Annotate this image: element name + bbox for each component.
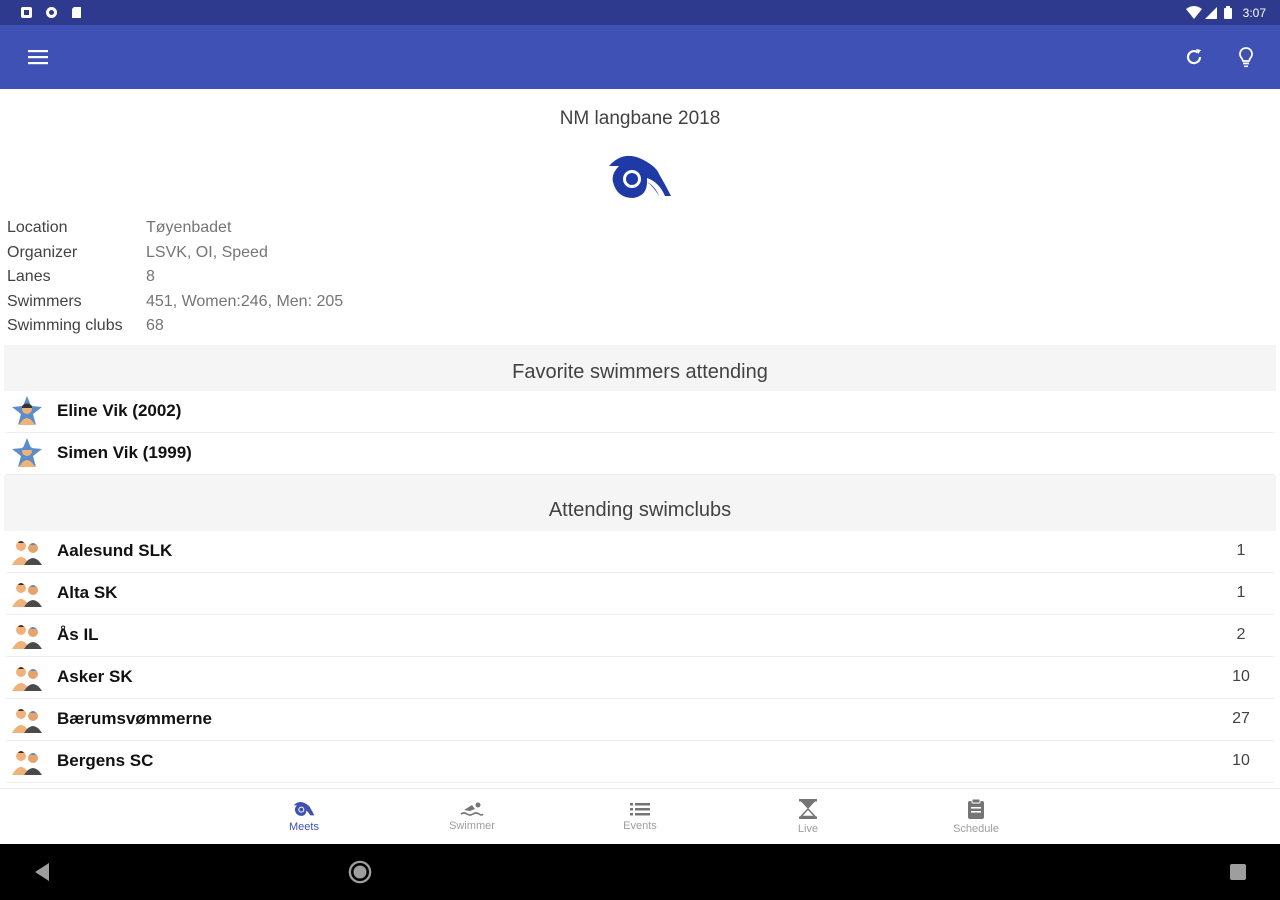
nav-meets[interactable]: Meets	[220, 789, 388, 844]
club-icon	[9, 533, 45, 569]
club-name: Bergens SC	[57, 751, 154, 770]
nav-label: Live	[797, 823, 819, 835]
status-bar: 3:07	[0, 0, 1280, 25]
club-item[interactable]: Bergens SC 10	[6, 740, 1274, 783]
club-item[interactable]: Asker SK 10	[6, 656, 1274, 699]
nav-label: Schedule	[953, 823, 999, 835]
clipboard-icon	[968, 798, 984, 819]
favorite-swimmer-name: Simen Vik (1999)	[57, 443, 192, 462]
club-icon	[9, 701, 45, 737]
favorite-swimmer-icon	[9, 393, 45, 429]
back-icon[interactable]	[30, 860, 54, 884]
club-swimmer-count: 10	[1232, 752, 1250, 769]
signal-icon	[1204, 6, 1218, 19]
club-name: Bærumsvømmerne	[57, 709, 212, 728]
favorite-swimmer-icon	[9, 435, 45, 471]
list-icon	[630, 803, 650, 816]
wifi-icon	[1185, 6, 1202, 19]
info-label: Lanes	[7, 268, 51, 286]
club-icon	[9, 743, 45, 779]
club-name: Alta SK	[57, 583, 118, 602]
hourglass-icon	[799, 799, 817, 819]
club-item[interactable]: Aalesund SLK 1	[6, 530, 1274, 573]
nav-live[interactable]: Live	[724, 789, 892, 844]
sd-card-icon	[70, 6, 83, 19]
info-value: LSVK, OI, Speed	[146, 243, 268, 261]
status-time: 3:07	[1242, 5, 1266, 20]
favorite-swimmer-name: Eline Vik (2002)	[57, 401, 182, 420]
favorite-swimmer-item[interactable]: Eline Vik (2002)	[6, 390, 1274, 433]
swimmer-icon	[460, 802, 484, 816]
club-item[interactable]: Ås IL 2	[6, 614, 1274, 657]
meet-detail: NM langbane 2018 Location Tøyenbadet Org…	[0, 89, 1280, 788]
club-swimmer-count: 1	[1236, 584, 1246, 601]
info-row-clubs: Swimming clubs 68	[7, 314, 1280, 339]
info-row-organizer: Organizer LSVK, OI, Speed	[7, 241, 1280, 266]
battery-icon	[1223, 6, 1237, 19]
club-icon	[9, 617, 45, 653]
section-gap	[4, 474, 1276, 489]
club-swimmer-count: 1	[1236, 542, 1246, 559]
info-label: Organizer	[7, 243, 78, 261]
info-row-swimmers: Swimmers 451, Women:246, Men: 205	[7, 290, 1280, 315]
info-value: 68	[146, 317, 164, 335]
favorites-header: Favorite swimmers attending	[4, 344, 1276, 391]
info-value: 451, Women:246, Men: 205	[146, 292, 344, 310]
club-item[interactable]: Bærumsvømmerne 27	[6, 698, 1274, 741]
meet-info-table: Location Tøyenbadet Organizer LSVK, OI, …	[0, 216, 1280, 339]
club-item[interactable]: Alta SK 1	[6, 572, 1274, 615]
clubs-list: Aalesund SLK 1 Alta SK 1 Ås IL 2 Asker S…	[6, 530, 1274, 783]
club-name: Asker SK	[57, 667, 133, 686]
refresh-icon[interactable]	[1182, 45, 1206, 69]
info-label: Location	[7, 219, 68, 237]
nav-label: Swimmer	[449, 820, 495, 832]
lightbulb-icon[interactable]	[1234, 45, 1258, 69]
favorite-swimmer-item[interactable]: Simen Vik (1999)	[6, 432, 1274, 475]
swim-logo-icon	[293, 801, 315, 816]
nav-label: Meets	[289, 821, 319, 833]
club-icon	[9, 659, 45, 695]
favorites-list: Eline Vik (2002) Simen Vik (1999)	[6, 390, 1274, 475]
info-label: Swimming clubs	[7, 317, 123, 335]
notification-icon	[20, 6, 33, 19]
club-swimmer-count: 2	[1236, 626, 1246, 643]
club-name: Ås IL	[57, 625, 99, 644]
app-bar	[0, 25, 1280, 89]
club-name: Aalesund SLK	[57, 541, 173, 560]
meet-title: NM langbane 2018	[559, 108, 721, 129]
home-icon[interactable]	[348, 860, 372, 884]
nav-swimmer[interactable]: Swimmer	[388, 789, 556, 844]
menu-icon[interactable]	[26, 45, 50, 69]
nav-schedule[interactable]: Schedule	[892, 789, 1060, 844]
swim-logo-icon	[609, 155, 671, 198]
system-navigation-bar	[0, 844, 1280, 900]
club-swimmer-count: 27	[1232, 710, 1250, 727]
info-value: 8	[146, 268, 155, 286]
sync-status-icon	[45, 6, 58, 19]
clubs-header: Attending swimclubs	[4, 488, 1276, 531]
bottom-navigation: Meets Swimmer Events Live Schedule	[0, 788, 1280, 844]
info-row-location: Location Tøyenbadet	[7, 216, 1280, 241]
info-row-lanes: Lanes 8	[7, 265, 1280, 290]
info-value: Tøyenbadet	[146, 219, 232, 237]
nav-label: Events	[623, 820, 657, 832]
club-swimmer-count: 10	[1232, 668, 1250, 685]
meet-logo	[0, 152, 1280, 204]
recents-icon[interactable]	[1226, 860, 1250, 884]
info-label: Swimmers	[7, 292, 82, 310]
club-icon	[9, 575, 45, 611]
nav-events[interactable]: Events	[556, 789, 724, 844]
